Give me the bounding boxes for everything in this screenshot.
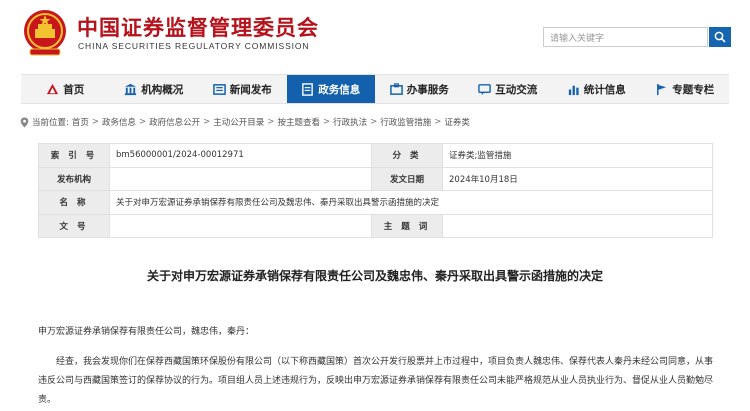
breadcrumb-separator: > — [203, 117, 211, 127]
breadcrumb-item[interactable]: 政府信息公开 — [149, 116, 200, 128]
breadcrumb-prefix: 当前位置: — [32, 118, 69, 128]
docno-value — [109, 213, 372, 238]
breadcrumb-separator: > — [322, 117, 331, 127]
nav-label: 新闻发布 — [229, 83, 272, 96]
name-label: 名 称 — [38, 190, 110, 215]
stats-icon — [568, 85, 579, 95]
docno-label: 文 号 — [38, 213, 110, 238]
nav-label: 首页 — [63, 83, 85, 96]
flag-icon — [657, 83, 667, 95]
document-salutation: 申万宏源证券承销保荐有限责任公司，魏忠伟，秦丹： — [38, 327, 255, 337]
org-value — [109, 166, 372, 191]
nav-label: 政务信息 — [318, 83, 361, 96]
table-row: 名 称 关于对申万宏源证券承销保荐有限责任公司及魏忠伟、秦丹采取出具警示函措施的… — [38, 190, 713, 215]
document-paragraph: 经查，我会发现你们在保荐西藏国策环保股份有限公司（以下称西藏国策）首次公开发行股… — [38, 357, 714, 405]
nav-label: 统计信息 — [583, 83, 626, 96]
home-icon — [47, 83, 59, 94]
document-title: 关于对申万宏源证券承销保荐有限责任公司及魏忠伟、秦丹采取出具警示函措施的决定 — [146, 269, 603, 283]
table-row: 索 引 号 bm56000001/2024-00012971 分 类 证券类;监… — [38, 143, 713, 168]
nav-label: 办事服务 — [406, 83, 449, 96]
breadcrumb-item[interactable]: 主动公开目录 — [213, 116, 264, 128]
breadcrumb-item[interactable]: 行政执法 — [333, 116, 367, 128]
nav-item-home[interactable]: 首页 — [21, 75, 110, 103]
org-label: 发布机构 — [38, 166, 110, 191]
category-label: 分 类 — [371, 143, 443, 168]
table-row: 发布机构 发文日期 2024年10月18日 — [38, 166, 713, 191]
category-value: 证券类;监管措施 — [442, 143, 713, 168]
index-value: bm56000001/2024-00012971 — [109, 143, 372, 168]
breadcrumb: 当前位置: 首页 > 政务信息 > 政府信息公开 > 主动公开目录 > 按主题查看 > 行… — [20, 116, 470, 128]
nav-label: 机构概况 — [141, 83, 184, 96]
keyword-label: 主 题 词 — [371, 213, 443, 238]
search-button[interactable] — [709, 27, 731, 47]
breadcrumb-separator: > — [139, 117, 147, 127]
service-icon — [389, 82, 403, 95]
site-header: 中国证券监督管理委员会 CHINA SECURITIES REGULATORY … — [0, 0, 750, 74]
document-icon — [302, 82, 314, 96]
date-label: 发文日期 — [371, 166, 443, 191]
keyword-value — [442, 213, 713, 238]
breadcrumb-separator: > — [370, 117, 378, 127]
site-title[interactable]: 中国证券监督管理委员会 — [77, 12, 319, 42]
building-icon — [125, 83, 137, 95]
document-info-table: 索 引 号 bm56000001/2024-00012971 分 类 证券类;监… — [38, 143, 713, 238]
breadcrumb-item[interactable]: 证券类 — [444, 116, 470, 128]
nav-item-about[interactable]: 机构概况 — [110, 75, 199, 103]
date-value: 2024年10月18日 — [442, 166, 713, 191]
breadcrumb-separator: > — [267, 117, 275, 127]
nav-item-news[interactable]: 新闻发布 — [198, 75, 287, 103]
site-subtitle: CHINA SECURITIES REGULATORY COMMISSION — [78, 41, 310, 51]
breadcrumb-item[interactable]: 行政监管措施 — [380, 116, 431, 128]
nav-item-gov-info[interactable]: 政务信息 — [286, 75, 375, 103]
nav-item-topics[interactable]: 专题专栏 — [641, 75, 730, 103]
breadcrumb-separator: > — [91, 117, 100, 127]
nav-item-services[interactable]: 办事服务 — [375, 75, 464, 103]
breadcrumb-item[interactable]: 政务信息 — [102, 116, 136, 128]
nav-label: 专题专栏 — [672, 83, 715, 96]
main-nav: 首页 机构概况 新闻发布 政务信息 办事服务 互动交流 统计信息 专题专栏 — [21, 74, 729, 104]
breadcrumb-item[interactable]: 按主题查看 — [277, 116, 320, 128]
chat-icon — [478, 83, 492, 95]
location-pin-icon — [20, 117, 29, 127]
nav-item-statistics[interactable]: 统计信息 — [552, 75, 641, 103]
nav-label: 互动交流 — [495, 83, 538, 96]
index-label: 索 引 号 — [38, 143, 110, 168]
breadcrumb-separator: > — [434, 117, 442, 127]
national-emblem-icon — [24, 10, 66, 56]
name-value: 关于对申万宏源证券承销保荐有限责任公司及魏忠伟、秦丹采取出具警示函措施的决定 — [109, 190, 713, 215]
search-icon — [714, 31, 726, 43]
news-icon — [212, 83, 226, 95]
nav-item-interaction[interactable]: 互动交流 — [464, 75, 553, 103]
search-input[interactable]: 请输入关键字 — [543, 27, 708, 47]
table-row: 文 号 主 题 词 — [38, 213, 713, 238]
breadcrumb-item[interactable]: 首页 — [72, 116, 89, 128]
